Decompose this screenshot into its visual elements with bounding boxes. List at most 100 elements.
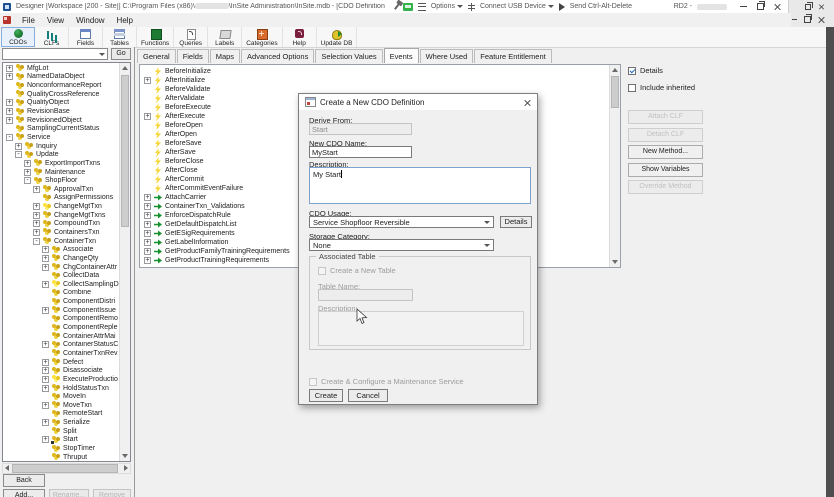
event-expander-icon[interactable]: + bbox=[144, 257, 151, 264]
tree-item[interactable]: + ChangeQty bbox=[4, 254, 119, 263]
tree-item[interactable]: Combine bbox=[4, 289, 119, 298]
tree-item[interactable]: + ApprovalTxn bbox=[4, 185, 119, 194]
tree-expander-icon[interactable]: + bbox=[33, 229, 40, 236]
tree-expander-icon[interactable]: + bbox=[42, 307, 49, 314]
menu-item[interactable]: File bbox=[16, 15, 41, 26]
create-button[interactable]: Create bbox=[309, 389, 343, 402]
add-button[interactable]: Add... bbox=[3, 489, 45, 497]
go-button[interactable]: Go bbox=[111, 48, 131, 60]
tree-expander-icon[interactable]: + bbox=[42, 246, 49, 253]
scroll-up-icon[interactable] bbox=[612, 68, 618, 72]
tree-expander-icon[interactable]: - bbox=[15, 151, 22, 158]
scrollbar-thumb[interactable] bbox=[12, 464, 118, 473]
event-expander-icon[interactable]: + bbox=[144, 248, 151, 255]
tree-item[interactable]: + QualityObject bbox=[4, 99, 119, 108]
options-menu[interactable]: Options bbox=[431, 3, 463, 10]
tree-expander-icon[interactable]: + bbox=[6, 73, 13, 80]
toolbar-button[interactable]: Categories bbox=[242, 27, 282, 47]
tree-item[interactable]: CollectData bbox=[4, 271, 119, 280]
hamburger-icon[interactable] bbox=[418, 3, 426, 11]
tree-item[interactable]: ComponentReple bbox=[4, 323, 119, 332]
tree-expander-icon[interactable]: + bbox=[42, 264, 49, 271]
option-checkbox[interactable]: Include inherited bbox=[628, 83, 695, 92]
event-expander-icon[interactable]: + bbox=[144, 239, 151, 246]
toolbar-button[interactable]: Functions bbox=[137, 27, 174, 47]
tree-expander-icon[interactable]: + bbox=[42, 376, 49, 383]
tab[interactable]: Fields bbox=[177, 49, 209, 63]
tree-expander-icon[interactable]: + bbox=[6, 65, 13, 72]
tree-expander-icon[interactable]: + bbox=[6, 117, 13, 124]
scrollbar-thumb[interactable] bbox=[611, 76, 619, 108]
event-expander-icon[interactable]: + bbox=[144, 230, 151, 237]
tree-item[interactable]: + ContainerStatusC bbox=[4, 341, 119, 350]
tree-item[interactable]: + HoldStatusTxn bbox=[4, 384, 119, 393]
tree-item[interactable]: + ExportImportTxns bbox=[4, 159, 119, 168]
tree-item[interactable]: + Start bbox=[4, 436, 119, 445]
tree-item[interactable]: + CompoundTxn bbox=[4, 220, 119, 229]
tree-expander-icon[interactable]: + bbox=[33, 220, 40, 227]
mdi-minimize-icon[interactable] bbox=[792, 19, 797, 20]
tree-item[interactable]: + MfgLot bbox=[4, 64, 119, 73]
scroll-left-icon[interactable] bbox=[5, 465, 9, 471]
tree-item[interactable]: Split bbox=[4, 427, 119, 436]
toolbar-button[interactable]: Update DB bbox=[317, 27, 358, 47]
event-expander-icon[interactable]: + bbox=[144, 203, 151, 210]
close-icon[interactable] bbox=[819, 4, 825, 10]
tree-expander-icon[interactable]: + bbox=[42, 419, 49, 426]
cancel-button[interactable]: Cancel bbox=[348, 389, 388, 402]
description-field[interactable]: My Start bbox=[309, 167, 531, 204]
dialog-title-bar[interactable]: Create a New CDO Definition bbox=[299, 94, 537, 110]
event-item[interactable]: BeforeInitialize bbox=[142, 67, 609, 76]
tab[interactable]: Maps bbox=[210, 49, 240, 63]
mdi-child-icon[interactable] bbox=[3, 16, 11, 24]
scroll-down-icon[interactable] bbox=[612, 260, 618, 264]
event-expander-icon[interactable]: + bbox=[144, 77, 151, 84]
tree-expander-icon[interactable]: + bbox=[33, 186, 40, 193]
tree-expander-icon[interactable]: + bbox=[24, 169, 31, 176]
event-expander-icon[interactable]: + bbox=[144, 113, 151, 120]
toolbar-button[interactable]: CDOs bbox=[1, 27, 35, 47]
menu-item[interactable]: Help bbox=[111, 15, 139, 26]
tree-expander-icon[interactable]: + bbox=[24, 160, 31, 167]
tree-item[interactable]: + Inquiry bbox=[4, 142, 119, 151]
tree-item[interactable]: + NamedDataObject bbox=[4, 73, 119, 82]
search-combobox[interactable] bbox=[2, 48, 108, 60]
tab[interactable]: Where Used bbox=[420, 49, 474, 63]
tree-item[interactable]: ComponentDistri bbox=[4, 297, 119, 306]
connect-usb-menu[interactable]: Connect USB Device bbox=[480, 3, 554, 10]
tree-item[interactable]: StopTimer bbox=[4, 444, 119, 453]
pin-icon[interactable] bbox=[394, 3, 400, 10]
tree-expander-icon[interactable]: - bbox=[24, 177, 31, 184]
send-cad-button[interactable]: Send Ctrl-Alt-Delete bbox=[570, 3, 632, 10]
tree-item[interactable]: - Update bbox=[4, 150, 119, 159]
cdo-usage-select[interactable]: Service Shopfloor Reversible bbox=[309, 216, 494, 228]
tree-expander-icon[interactable]: + bbox=[42, 359, 49, 366]
action-button[interactable]: Override Method bbox=[628, 180, 703, 194]
tree-item[interactable]: + ChangeMgtTxn bbox=[4, 202, 119, 211]
tree-item[interactable]: MoveIn bbox=[4, 392, 119, 401]
tree-item[interactable]: - ShopFloor bbox=[4, 176, 119, 185]
tree-expander-icon[interactable]: - bbox=[33, 238, 40, 245]
tree-item[interactable]: QualityCrossReference bbox=[4, 90, 119, 99]
restore-icon[interactable] bbox=[805, 4, 811, 10]
toolbar-button[interactable]: Labels bbox=[208, 27, 242, 47]
tab[interactable]: Feature Entitlement bbox=[474, 49, 551, 63]
tree-item[interactable]: + RevisionBase bbox=[4, 107, 119, 116]
tree-item[interactable]: + Disassociate bbox=[4, 366, 119, 375]
toolbar-button[interactable]: Fields bbox=[69, 27, 103, 47]
tree-item[interactable]: - Service bbox=[4, 133, 119, 142]
mdi-close-icon[interactable] bbox=[818, 16, 825, 23]
tree-item[interactable]: + Serialize bbox=[4, 418, 119, 427]
tree-expander-icon[interactable]: - bbox=[6, 134, 13, 141]
tree-item[interactable]: ContainerTxnRev bbox=[4, 349, 119, 358]
event-expander-icon[interactable]: + bbox=[144, 212, 151, 219]
tree-item[interactable]: + Maintenance bbox=[4, 168, 119, 177]
action-button[interactable]: Show Variables bbox=[628, 163, 703, 177]
scroll-right-icon[interactable] bbox=[124, 465, 128, 471]
tree-expander-icon[interactable]: + bbox=[6, 108, 13, 115]
scroll-down-icon[interactable] bbox=[122, 454, 128, 458]
toolbar-button[interactable]: Queries bbox=[174, 27, 208, 47]
tab[interactable]: Selection Values bbox=[315, 49, 382, 63]
scroll-up-icon[interactable] bbox=[122, 66, 128, 70]
tree-item[interactable]: ComponentRemo bbox=[4, 315, 119, 324]
